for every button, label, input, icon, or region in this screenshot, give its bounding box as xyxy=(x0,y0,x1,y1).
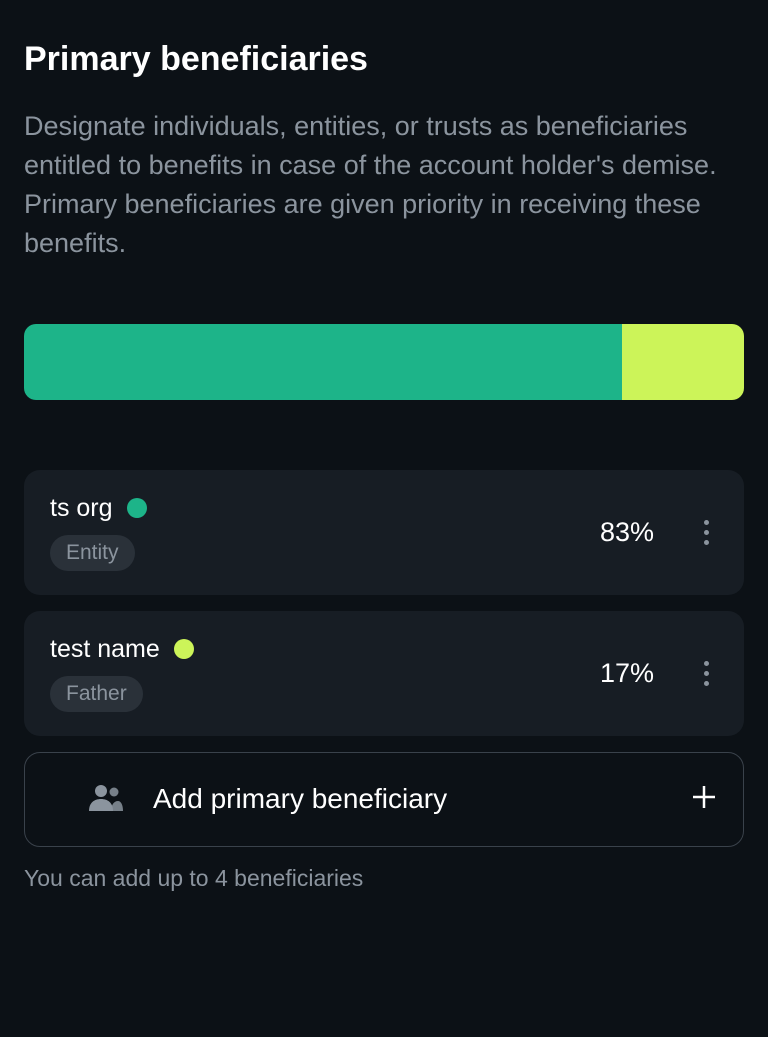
plus-icon xyxy=(691,783,717,815)
page-title: Primary beneficiaries xyxy=(24,40,744,79)
color-dot-icon xyxy=(127,498,147,518)
page-description: Designate individuals, entities, or trus… xyxy=(24,107,744,264)
beneficiary-percent: 17% xyxy=(600,658,654,689)
beneficiary-card: ts org Entity 83% xyxy=(24,470,744,595)
progress-segment-1 xyxy=(24,324,622,400)
color-dot-icon xyxy=(174,639,194,659)
more-options-button[interactable] xyxy=(694,653,718,693)
beneficiary-card: test name Father 17% xyxy=(24,611,744,736)
add-button-label: Add primary beneficiary xyxy=(153,783,447,815)
footer-note: You can add up to 4 beneficiaries xyxy=(24,865,744,892)
beneficiary-type-tag: Father xyxy=(50,676,143,712)
beneficiary-name: ts org xyxy=(50,494,113,523)
beneficiary-name: test name xyxy=(50,635,160,664)
more-options-button[interactable] xyxy=(694,512,718,552)
people-icon xyxy=(89,783,123,816)
progress-segment-2 xyxy=(622,324,744,400)
allocation-progress-bar xyxy=(24,324,744,400)
beneficiary-type-tag: Entity xyxy=(50,535,135,571)
beneficiary-percent: 83% xyxy=(600,517,654,548)
add-primary-beneficiary-button[interactable]: Add primary beneficiary xyxy=(24,752,744,847)
